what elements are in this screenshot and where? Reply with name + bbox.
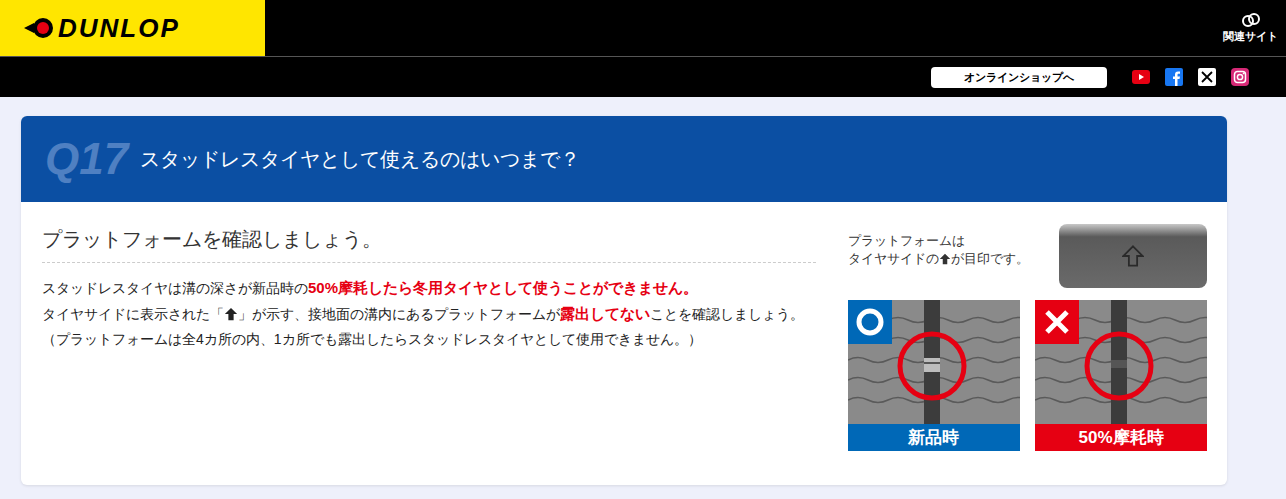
- question-title: スタッドレスタイヤとして使えるのはいつまで？: [140, 144, 580, 174]
- tread-panels: 新品時 50%摩耗時: [848, 300, 1207, 451]
- platform-caption: プラットフォームはタイヤサイドのが目印です。: [848, 224, 1029, 268]
- page: DUNLOP 関連サイトオンラインショップへ Q17 スタッドレスタイヤとして使えるの…: [0, 0, 1286, 499]
- online-shop-button[interactable]: オンラインショップへ: [931, 67, 1107, 88]
- answer-body: プラットフォームを確認しましょう。スタッドレスタイヤは溝の深さが新品時の50%摩…: [21, 202, 1227, 485]
- cross-mark-icon: [1042, 307, 1072, 337]
- answer-paragraph: （プラットフォームは全4カ所の内、1カ所でも露出したらスタッドレスタイヤとして使…: [42, 327, 816, 352]
- platform-arrow-icon: [224, 307, 238, 321]
- tread-image: [848, 300, 1020, 424]
- top-bar: DUNLOP 関連サイト: [0, 0, 1286, 57]
- question-number: Q17: [45, 126, 128, 192]
- circle-mark-icon: [855, 307, 885, 337]
- answer-paragraph: タイヤサイドに表示された「」が示す、接地面の溝内にあるプラットフォームが露出して…: [42, 301, 816, 327]
- logo[interactable]: DUNLOP: [0, 0, 265, 56]
- link-icon: [1241, 12, 1261, 28]
- facebook-icon[interactable]: [1165, 68, 1183, 86]
- platform-mark-row: プラットフォームはタイヤサイドのが目印です。: [848, 224, 1207, 288]
- youtube-icon[interactable]: [1132, 68, 1150, 86]
- ng-badge: [1035, 300, 1079, 344]
- x-icon[interactable]: [1198, 68, 1216, 86]
- tread-panel: 50%摩耗時: [1035, 300, 1207, 451]
- tread-label: 新品時: [848, 424, 1020, 451]
- illustration-column: プラットフォームはタイヤサイドのが目印です。新品時 50%摩耗時: [848, 224, 1207, 451]
- ok-badge: [848, 300, 892, 344]
- dunlop-flying-d-icon: [24, 17, 54, 39]
- tread-image: [1035, 300, 1207, 424]
- tread-label: 50%摩耗時: [1035, 424, 1207, 451]
- sidewall-arrow-icon: [1122, 245, 1144, 267]
- sidewall-image: [1059, 224, 1207, 288]
- answer-text: プラットフォームを確認しましょう。スタッドレスタイヤは溝の深さが新品時の50%摩…: [42, 224, 816, 451]
- instagram-icon[interactable]: [1231, 68, 1249, 86]
- answer-heading: プラットフォームを確認しましょう。: [42, 224, 816, 263]
- related-sites-link[interactable]: 関連サイト: [1223, 0, 1286, 56]
- faq-card: Q17 スタッドレスタイヤとして使えるのはいつまで？ プラットフォームを確認しましょ…: [21, 116, 1227, 485]
- platform-arrow-icon: [939, 253, 951, 265]
- content: Q17 スタッドレスタイヤとして使えるのはいつまで？ プラットフォームを確認しましょ…: [0, 97, 1286, 485]
- sub-bar: オンラインショップへ: [0, 57, 1286, 97]
- question-header: Q17 スタッドレスタイヤとして使えるのはいつまで？: [21, 116, 1227, 202]
- tread-panel: 新品時: [848, 300, 1020, 451]
- answer-paragraph: スタッドレスタイヤは溝の深さが新品時の50%摩耗したら冬用タイヤとして使うことが…: [42, 275, 816, 301]
